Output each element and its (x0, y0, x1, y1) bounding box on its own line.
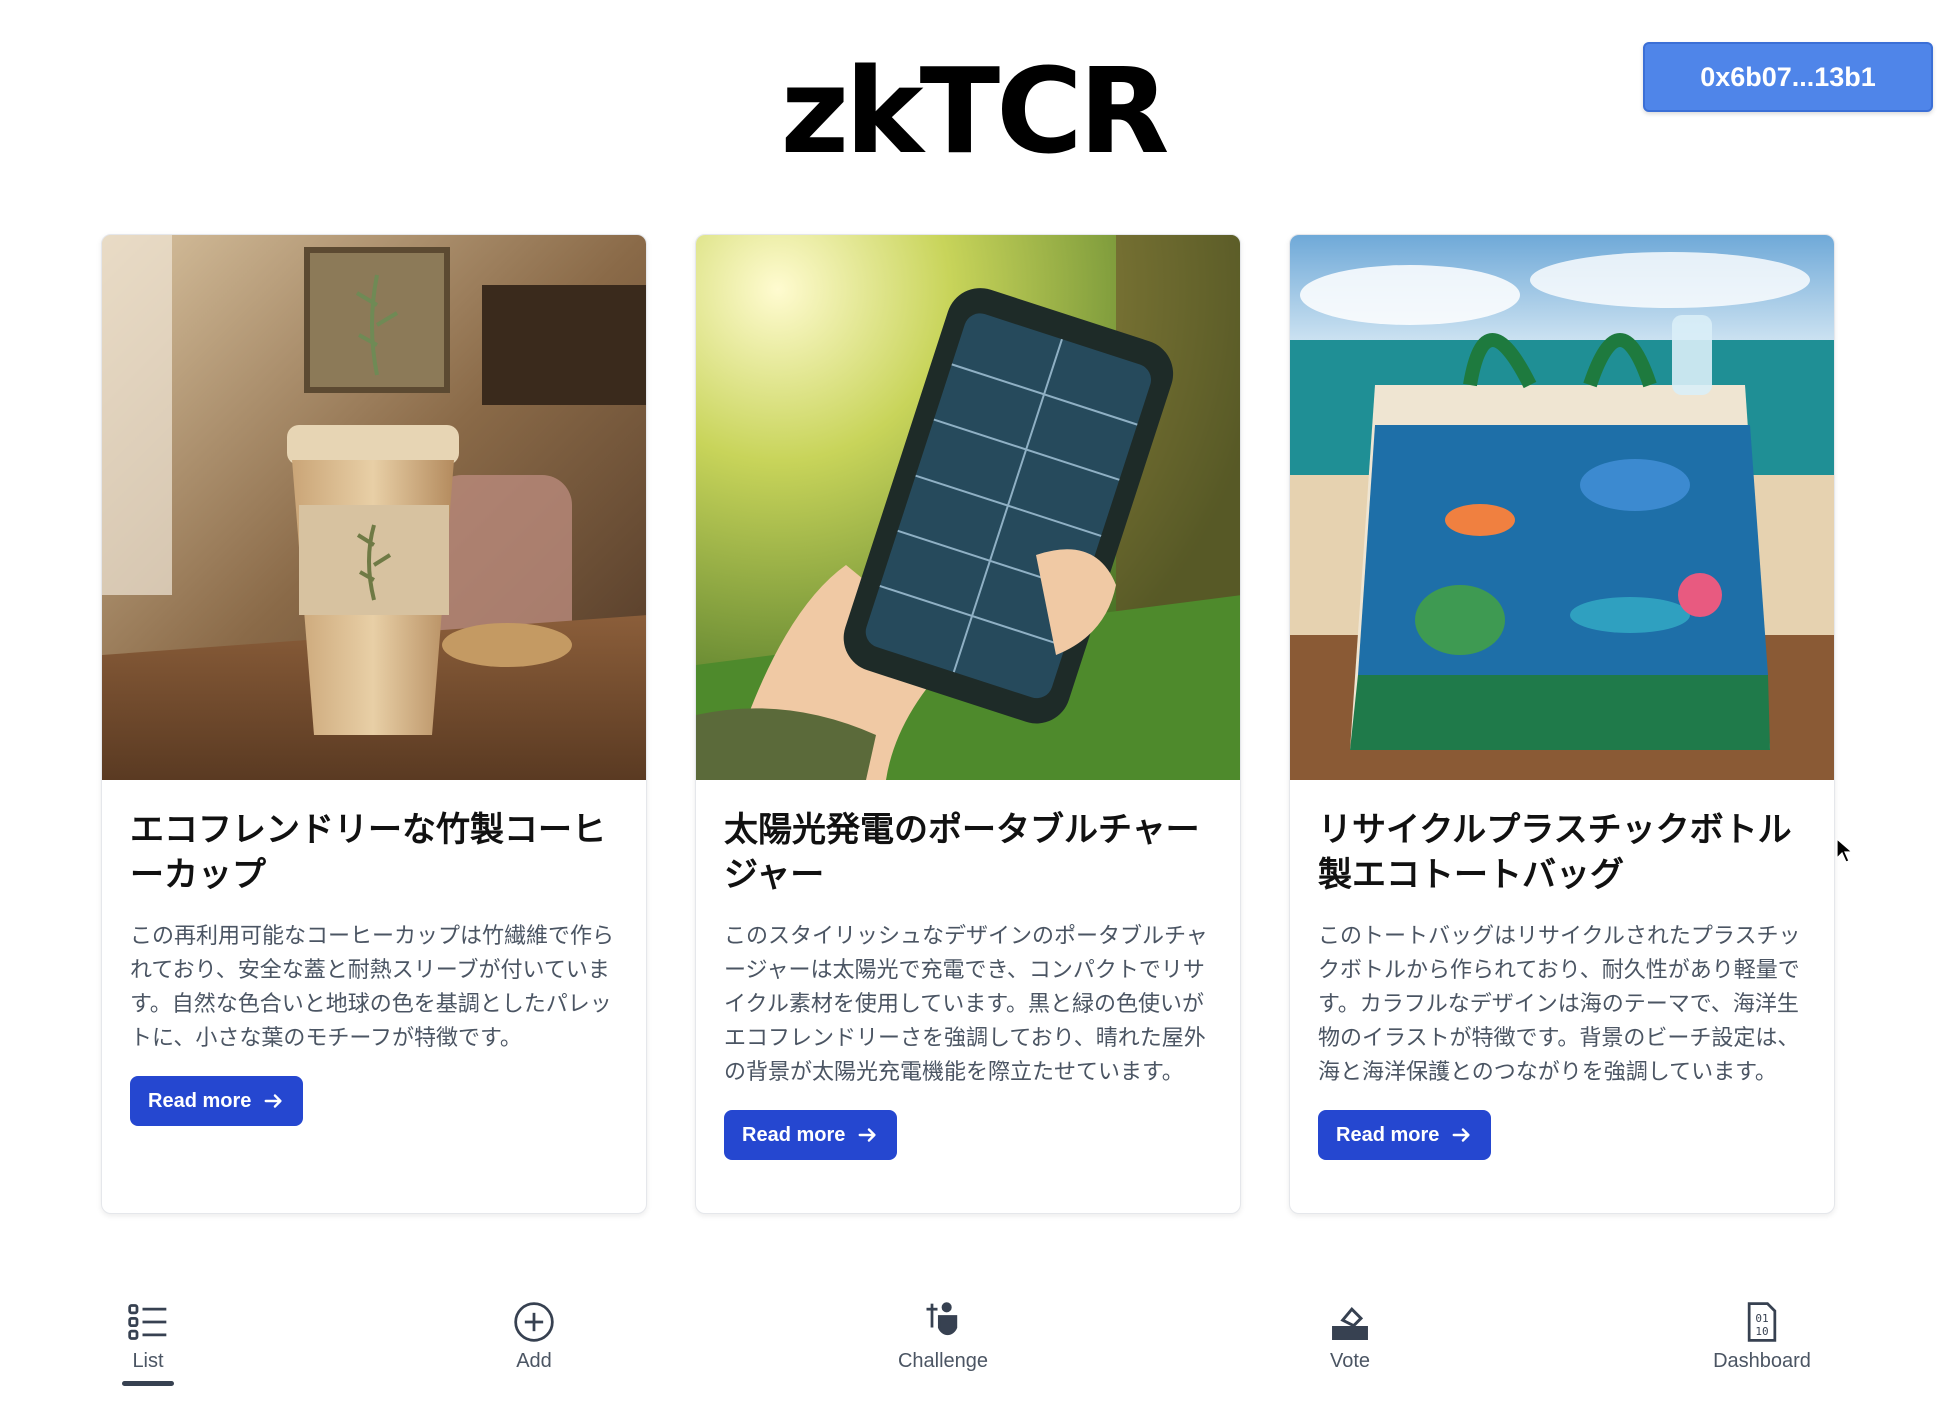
svg-text:10: 10 (1755, 1325, 1768, 1338)
vote-icon (1332, 1306, 1368, 1340)
plus-circle-icon (514, 1302, 554, 1342)
nav-label: Add (516, 1350, 552, 1372)
read-more-label: Read more (742, 1123, 846, 1146)
product-title: エコフレンドリーな竹製コーヒーカップ (130, 810, 606, 895)
nav-item-challenge[interactable]: Challenge (843, 1300, 1043, 1373)
product-image-solar-charger (696, 235, 1240, 780)
product-image-tote-bag (1290, 235, 1834, 780)
binary-file-icon: 01 10 (1747, 1302, 1777, 1342)
nav-label: Vote (1329, 1350, 1371, 1372)
arrow-right-icon (858, 1128, 876, 1142)
app-logo: zkTCR (780, 42, 1169, 180)
nav-item-dashboard[interactable]: 01 10 Dashboard (1662, 1300, 1862, 1373)
nav-label: List (132, 1350, 164, 1372)
product-title: リサイクルプラスチックボトル製エコトートバッグ (1318, 810, 1792, 895)
product-description: このスタイリッシュなデザインのポータブルチャージャーは太陽光で充電でき、コンパク… (724, 924, 1208, 1085)
product-card: リサイクルプラスチックボトル製エコトートバッグ このトートバッグはリサイクルされ… (1289, 234, 1835, 1214)
nav-label: Dashboard (1713, 1350, 1811, 1372)
mouse-cursor-icon (1836, 838, 1854, 863)
read-more-button[interactable]: Read more (130, 1076, 304, 1126)
svg-text:01: 01 (1755, 1312, 1768, 1325)
product-image-coffee-cup (102, 235, 646, 780)
challenge-icon (926, 1302, 958, 1335)
product-card: エコフレンドリーな竹製コーヒーカップ この再利用可能なコーヒーカップは竹繊維で作… (101, 234, 647, 1214)
product-card: 太陽光発電のポータブルチャージャー このスタイリッシュなデザインのポータブルチャ… (695, 234, 1241, 1214)
product-title: 太陽光発電のポータブルチャージャー (724, 810, 1200, 895)
read-more-label: Read more (148, 1089, 252, 1112)
nav-item-add[interactable]: Add (434, 1300, 634, 1373)
nav-item-vote[interactable]: Vote (1250, 1300, 1450, 1373)
product-description: このトートバッグはリサイクルされたプラスチックボトルから作られており、耐久性があ… (1318, 924, 1801, 1085)
arrow-right-icon (1452, 1128, 1470, 1142)
active-tab-indicator (122, 1381, 174, 1386)
nav-item-list[interactable]: List (48, 1300, 248, 1373)
list-icon (128, 1304, 167, 1340)
read-more-button[interactable]: Read more (724, 1110, 898, 1160)
read-more-button[interactable]: Read more (1318, 1110, 1492, 1160)
nav-label: Challenge (897, 1350, 989, 1372)
product-description: この再利用可能なコーヒーカップは竹繊維で作られており、安全な蓋と耐熱スリーブが付… (130, 924, 615, 1051)
read-more-label: Read more (1336, 1123, 1440, 1146)
arrow-right-icon (264, 1094, 282, 1108)
